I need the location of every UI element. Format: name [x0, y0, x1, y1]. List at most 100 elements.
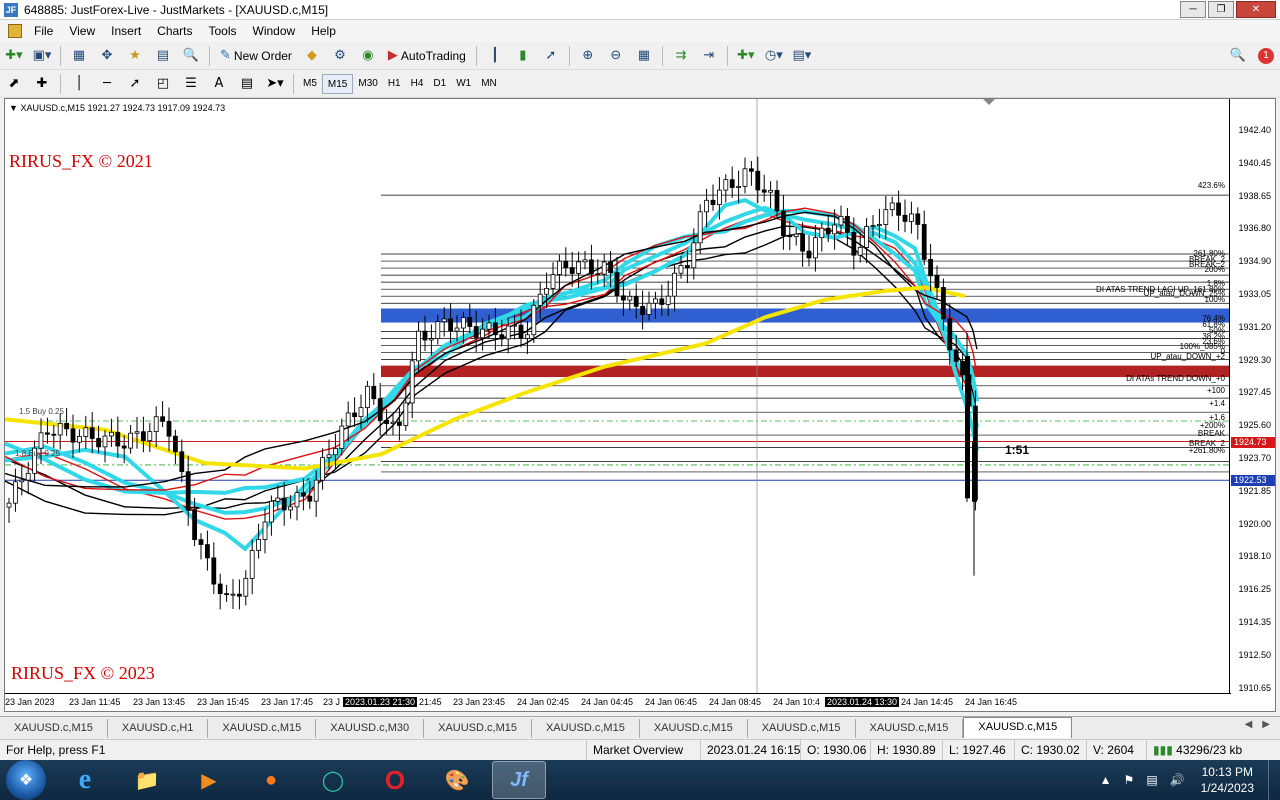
volume-icon[interactable]: 🔊 — [1170, 773, 1185, 787]
chart-tab[interactable]: XAUUSD.c,M15 — [856, 719, 964, 738]
status-help: For Help, press F1 — [6, 742, 106, 757]
time-tick: 24 Jan 16:45 — [965, 697, 1018, 707]
minimize-button[interactable]: ─ — [1180, 1, 1206, 18]
profiles-icon[interactable]: ▣▾ — [30, 45, 54, 67]
indicators-icon[interactable]: ✚▾ — [734, 45, 758, 67]
time-tick: 23 Jan 23:45 — [453, 697, 506, 707]
chart-tab[interactable]: XAUUSD.c,H1 — [108, 719, 209, 738]
text-icon[interactable]: A — [207, 73, 231, 95]
collapse-arrow-icon[interactable]: ▼ — [9, 103, 18, 113]
chart-tab[interactable]: XAUUSD.c,M15 — [748, 719, 856, 738]
menu-help[interactable]: Help — [303, 20, 344, 42]
timeframe-h1[interactable]: H1 — [383, 74, 406, 94]
firefox-icon[interactable]: ● — [244, 761, 298, 799]
menu-view[interactable]: View — [61, 20, 103, 42]
navigator-icon[interactable]: ★ — [123, 45, 147, 67]
bar-chart-icon[interactable]: ┃ — [483, 45, 507, 67]
candle-body — [281, 497, 287, 511]
fibonacci-icon[interactable]: ☰ — [179, 73, 203, 95]
zoom-out-icon[interactable]: ⊖ — [604, 45, 628, 67]
candle-body — [422, 330, 428, 341]
tab-right-icon[interactable]: ▶ — [1262, 719, 1270, 730]
tab-left-icon[interactable]: ◀ — [1245, 719, 1253, 730]
market-watch-icon[interactable]: ▦ — [67, 45, 91, 67]
chart-shift-icon[interactable]: ⇥ — [697, 45, 721, 67]
periods-icon[interactable]: ◷▾ — [762, 45, 786, 67]
timeframe-m15[interactable]: M15 — [321, 73, 354, 94]
zoom-in-icon[interactable]: ⊕ — [576, 45, 600, 67]
candle-body — [550, 274, 556, 289]
auto-scroll-icon[interactable]: ⇉ — [669, 45, 693, 67]
notifications-icon[interactable]: 1 — [1254, 45, 1278, 67]
close-button[interactable]: ✕ — [1236, 1, 1276, 18]
justforex-mt4-icon[interactable]: Jf — [492, 761, 546, 799]
metaeditor-icon[interactable]: ◆ — [300, 45, 324, 67]
paint-icon[interactable]: 🎨 — [430, 761, 484, 799]
timeframe-d1[interactable]: D1 — [428, 74, 451, 94]
edge-icon[interactable]: ◯ — [306, 761, 360, 799]
status-traffic[interactable]: ▮▮▮ 43296/23 kb — [1146, 739, 1280, 760]
menu-file[interactable]: File — [26, 20, 61, 42]
chart-tab[interactable]: XAUUSD.c,M15 — [640, 719, 748, 738]
auto-trading-button[interactable]: ▶ AutoTrading — [384, 45, 470, 67]
menu-tools[interactable]: Tools — [201, 20, 245, 42]
terminal-icon[interactable]: ▤ — [151, 45, 175, 67]
show-hidden-icons-icon[interactable]: ▲ — [1100, 773, 1112, 787]
internet-explorer-icon[interactable]: e — [58, 761, 112, 799]
system-tray: ▲ ⚑ ▤ 🔊 10:13 PM 1/24/2023 — [1094, 760, 1280, 800]
candle-body — [256, 539, 262, 551]
media-player-icon[interactable]: ▶ — [182, 761, 236, 799]
chart-tab[interactable]: XAUUSD.c,M30 — [316, 719, 425, 738]
crosshair-icon[interactable]: ✚ — [30, 73, 54, 95]
text-label-icon[interactable]: ▤ — [235, 73, 259, 95]
menu-window[interactable]: Window — [245, 20, 304, 42]
line-chart-icon[interactable]: ➚ — [539, 45, 563, 67]
opera-icon[interactable]: O — [368, 761, 422, 799]
chart-tab[interactable]: XAUUSD.c,M15 — [963, 717, 1073, 738]
search-icon[interactable]: 🔍 — [1226, 45, 1250, 67]
chart-tab[interactable]: XAUUSD.c,M15 — [424, 719, 532, 738]
restore-button[interactable]: ❐ — [1208, 1, 1234, 18]
chart-tab[interactable]: XAUUSD.c,M15 — [208, 719, 317, 738]
time-scale[interactable]: 23 Jan 2023 23 Jan 11:45 23 Jan 13:45 23 Ja… — [5, 693, 1231, 711]
cursor-icon[interactable]: ⬈ — [2, 73, 26, 95]
candle-body — [883, 209, 889, 225]
taskbar-clock[interactable]: 10:13 PM 1/24/2023 — [1201, 764, 1254, 796]
strategy-tester-icon[interactable]: 🔍 — [179, 45, 203, 67]
timeframe-w1[interactable]: W1 — [451, 74, 476, 94]
network-icon[interactable]: ▤ — [1146, 773, 1157, 787]
new-order-button[interactable]: ✎ New Order — [216, 45, 296, 67]
tile-windows-icon[interactable]: ▦ — [632, 45, 656, 67]
timeframe-m5[interactable]: M5 — [298, 74, 322, 94]
channel-icon[interactable]: ◰ — [151, 73, 175, 95]
candle-body — [19, 479, 25, 483]
chart-canvas[interactable] — [5, 99, 1231, 695]
timeframe-h4[interactable]: H4 — [406, 74, 429, 94]
arrows-icon[interactable]: ➤▾ — [263, 73, 287, 95]
chart-tab[interactable]: XAUUSD.c,M15 — [0, 719, 108, 738]
price-scale[interactable]: 1942.40 1940.45 1938.65 1936.80 1934.90 1933.… — [1229, 99, 1275, 695]
templates-icon[interactable]: ▤▾ — [790, 45, 814, 67]
trendline-icon[interactable]: ➚ — [123, 73, 147, 95]
timeframe-mn[interactable]: MN — [476, 74, 502, 94]
chart-tab[interactable]: XAUUSD.c,M15 — [532, 719, 640, 738]
status-profile[interactable]: Market Overview — [586, 739, 700, 760]
document-icon[interactable] — [8, 24, 22, 38]
vps-icon[interactable]: ◉ — [356, 45, 380, 67]
menu-charts[interactable]: Charts — [149, 20, 200, 42]
vertical-line-icon[interactable]: │ — [67, 73, 91, 95]
start-button[interactable]: ❖ — [6, 760, 46, 800]
horizontal-line-icon[interactable]: ─ — [95, 73, 119, 95]
candle-body — [761, 189, 767, 193]
new-chart-icon[interactable]: ✚▾ — [2, 45, 26, 67]
timeframe-m30[interactable]: M30 — [353, 74, 382, 94]
action-center-icon[interactable]: ⚑ — [1124, 773, 1135, 787]
show-desktop-button[interactable] — [1268, 760, 1280, 800]
file-explorer-icon[interactable]: 📁 — [120, 761, 174, 799]
chart-window[interactable]: ▼ XAUUSD.c,M15 1921.27 1924.73 1917.09 1… — [4, 98, 1276, 712]
signals-icon[interactable]: ⚙ — [328, 45, 352, 67]
data-window-icon[interactable]: ✥ — [95, 45, 119, 67]
candle-body — [109, 431, 114, 437]
candlestick-icon[interactable]: ▮ — [511, 45, 535, 67]
menu-insert[interactable]: Insert — [103, 20, 149, 42]
